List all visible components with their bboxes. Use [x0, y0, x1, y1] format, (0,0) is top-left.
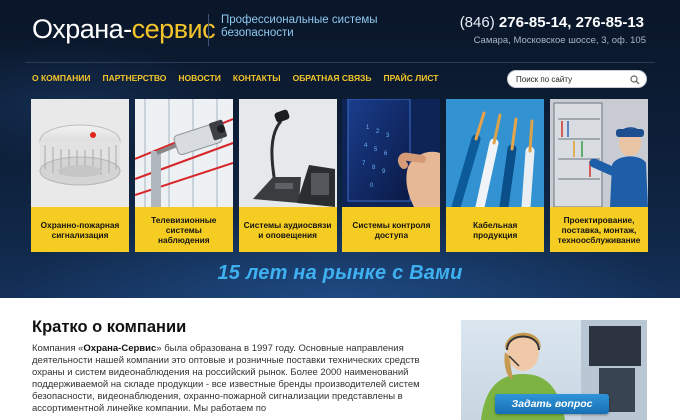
main-nav: О компании Партнерство Новости Контакты …: [32, 73, 450, 83]
header-banner: Охрана-сервис Профессиональные системы б…: [0, 0, 680, 298]
phone-code: (846): [459, 14, 495, 31]
cables-icon: [446, 99, 545, 207]
category-label: Системы аудиосвязи и оповещения: [238, 207, 337, 252]
nav-divider: [25, 62, 655, 63]
logo-main: Охрана-: [32, 14, 132, 44]
category-card-fire-alarm[interactable]: Охранно-пожарная сигнализация: [31, 99, 129, 252]
category-label: Охранно-пожарная сигнализация: [31, 207, 129, 252]
logo-accent: сервис: [131, 14, 216, 44]
keypad-icon: 123 456 789 0: [342, 99, 441, 207]
phone-numbers: 276-85-14, 276-85-13: [498, 14, 644, 31]
category-card-audio[interactable]: Системы аудиосвязи и оповещения: [238, 99, 337, 252]
technician-icon: [549, 99, 648, 207]
category-label: Телевизионные системы наблюдения: [134, 207, 233, 252]
nav-item-price-list[interactable]: Прайс лист: [384, 73, 439, 83]
contact-address: Самара, Московское шоссе, 3, оф. 105: [473, 35, 646, 46]
nav-item-about[interactable]: О компании: [32, 73, 90, 83]
search-icon[interactable]: [630, 75, 640, 85]
smoke-detector-icon: [31, 99, 129, 207]
site-tagline: Профессиональные системы безопасности: [221, 14, 378, 39]
about-text-prefix: Компания «: [32, 343, 84, 354]
cctv-camera-icon: [134, 99, 233, 207]
microphone-icon: [238, 99, 337, 207]
category-label: Проектирование, поставка, монтаж, техноо…: [549, 207, 648, 252]
nav-item-feedback[interactable]: Обратная связь: [293, 73, 372, 83]
nav-item-contacts[interactable]: Контакты: [233, 73, 281, 83]
ask-question-button[interactable]: Задать вопрос: [495, 394, 609, 414]
nav-item-partnership[interactable]: Партнерство: [102, 73, 166, 83]
about-company-name: Охрана-Сервис: [83, 343, 157, 354]
about-title: Кратко о компании: [32, 318, 187, 336]
about-text: Компания «Охрана-Сервис» была образована…: [32, 343, 424, 416]
contact-phone: (846) 276-85-14, 276-85-13: [460, 14, 644, 31]
nav-item-news[interactable]: Новости: [178, 73, 221, 83]
slogan-banner: 15 лет на рынке с Вами: [217, 262, 463, 284]
site-logo[interactable]: Охрана-сервис: [32, 14, 216, 45]
tagline-block: Профессиональные системы безопасности: [208, 14, 396, 46]
site-search: [507, 70, 647, 88]
category-label: Системы контроля доступа: [342, 207, 441, 252]
search-input[interactable]: [516, 74, 626, 84]
category-grid: Охранно-пожарная сигнализация Телевизион…: [31, 99, 654, 252]
category-label: Кабельная продукция: [446, 207, 545, 252]
support-widget: Задать вопрос: [461, 320, 647, 420]
category-card-cables[interactable]: Кабельная продукция: [446, 99, 545, 252]
category-card-services[interactable]: Проектирование, поставка, монтаж, техноо…: [549, 99, 648, 252]
category-card-cctv[interactable]: Телевизионные системы наблюдения: [134, 99, 233, 252]
category-card-access-control[interactable]: 123 456 789 0 Системы контроля доступа: [342, 99, 441, 252]
